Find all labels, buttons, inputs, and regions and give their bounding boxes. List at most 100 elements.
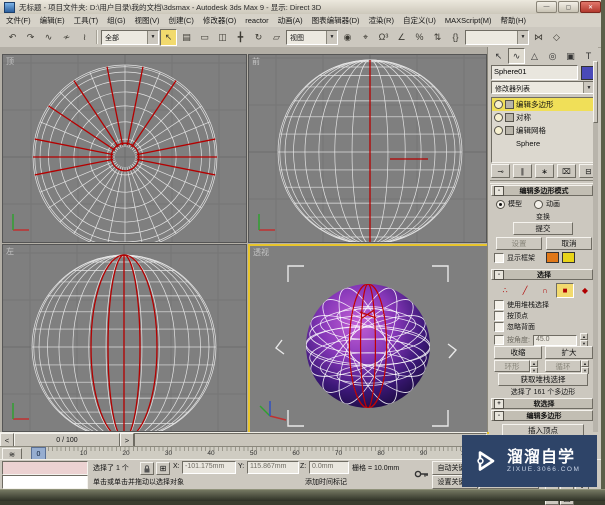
collapse-icon[interactable]: - xyxy=(494,270,504,280)
named-selection-dropdown[interactable]: ▼ xyxy=(465,30,529,45)
viewport-top[interactable]: 顶 xyxy=(2,54,247,243)
loop-button[interactable]: 循环 xyxy=(545,360,581,372)
polygon-subobject-icon[interactable]: ■ xyxy=(556,283,574,298)
cage-color-swatch-2[interactable] xyxy=(562,252,575,263)
window-crossing-icon[interactable]: ◫ xyxy=(214,29,231,46)
angle-field[interactable]: 45.0 xyxy=(533,335,577,346)
selection-lock-icon[interactable] xyxy=(140,462,154,475)
show-cage-checkbox[interactable] xyxy=(494,253,504,263)
menu-item[interactable]: 编辑(E) xyxy=(40,15,65,26)
y-coordinate-field[interactable]: 115.867mm xyxy=(247,461,299,474)
menu-item[interactable]: 帮助(H) xyxy=(501,15,526,26)
viewport-front[interactable]: 前 xyxy=(248,54,487,243)
chevron-down-icon[interactable]: ▼ xyxy=(326,31,337,44)
make-unique-icon[interactable]: ∗ xyxy=(535,164,554,178)
minimize-button[interactable]: — xyxy=(536,1,557,13)
time-slider-track[interactable] xyxy=(134,433,487,447)
menu-item[interactable]: 动画(A) xyxy=(278,15,303,26)
selection-filter-dropdown[interactable]: 全部▼ xyxy=(101,30,159,45)
by-angle-checkbox[interactable] xyxy=(494,335,504,345)
border-subobject-icon[interactable]: ∩ xyxy=(536,283,554,298)
visibility-bulb-icon[interactable] xyxy=(494,126,503,135)
bind-to-space-warp-icon[interactable]: ≀ xyxy=(76,29,93,46)
modifier-stack-row[interactable]: 编辑网格 xyxy=(492,124,594,137)
collapse-icon[interactable]: - xyxy=(494,411,504,421)
remove-modifier-icon[interactable]: ⌧ xyxy=(557,164,576,178)
track-bar[interactable]: ≋ 0102030405060708090100 0 xyxy=(0,446,487,460)
viewport-label[interactable]: 透视 xyxy=(253,247,269,258)
maxscript-mini-listener[interactable] xyxy=(2,461,88,475)
select-and-rotate-icon[interactable]: ↻ xyxy=(250,29,267,46)
modifier-name[interactable]: 对称 xyxy=(516,112,531,123)
tab-display[interactable]: ▣ xyxy=(562,48,579,64)
ring-spinner[interactable]: ▲▼ xyxy=(530,360,538,374)
by-vertex-checkbox[interactable] xyxy=(494,311,504,321)
menu-item[interactable]: 自定义(U) xyxy=(403,15,436,26)
chevron-down-icon[interactable]: ▼ xyxy=(147,31,158,44)
time-slider-handle[interactable]: 0 / 100 xyxy=(14,433,120,447)
radio-animate[interactable]: 动画 xyxy=(534,199,560,209)
expand-icon[interactable]: + xyxy=(494,399,504,409)
select-object-icon[interactable]: ↖ xyxy=(160,29,177,46)
named-selection-sets-icon[interactable]: {} xyxy=(447,29,464,46)
menu-item[interactable]: 创建(C) xyxy=(169,15,194,26)
tab-motion[interactable]: ◎ xyxy=(544,48,561,64)
align-icon[interactable]: ◇ xyxy=(548,29,565,46)
angle-spinner[interactable]: ▲▼ xyxy=(580,333,588,347)
modifier-stack-row[interactable]: 对称 xyxy=(492,111,594,124)
commit-button[interactable]: 提交 xyxy=(513,222,573,235)
modifier-name[interactable]: 编辑多边形 xyxy=(516,99,554,110)
select-by-name-icon[interactable]: ▤ xyxy=(178,29,195,46)
rollout-edit-polygons[interactable]: - 编辑多边形 xyxy=(491,410,593,421)
tab-create[interactable]: ↖ xyxy=(490,48,507,64)
menu-item[interactable]: MAXScript(M) xyxy=(445,16,492,25)
edge-subobject-icon[interactable]: ╱ xyxy=(516,283,534,298)
element-subobject-icon[interactable]: ◆ xyxy=(576,283,594,298)
select-and-link-icon[interactable]: ∿ xyxy=(40,29,57,46)
mirror-icon[interactable]: ⋈ xyxy=(530,29,547,46)
rollout-selection[interactable]: - 选择 xyxy=(491,269,593,280)
close-button[interactable]: ✕ xyxy=(580,1,601,13)
cancel-button[interactable]: 取消 xyxy=(546,237,592,250)
reference-coordinate-dropdown[interactable]: 视图▼ xyxy=(286,30,338,45)
vertex-subobject-icon[interactable]: ∴ xyxy=(496,283,514,298)
viewport-label[interactable]: 左 xyxy=(6,246,14,257)
prev-frame-button[interactable]: < xyxy=(0,433,14,447)
shrink-button[interactable]: 收缩 xyxy=(494,346,542,359)
x-coordinate-field[interactable]: -101.175mm xyxy=(182,461,236,474)
menu-item[interactable]: 视图(V) xyxy=(135,15,160,26)
menu-item[interactable]: 渲染(R) xyxy=(369,15,394,26)
visibility-bulb-icon[interactable] xyxy=(494,113,503,122)
tab-hierarchy[interactable]: △ xyxy=(526,48,543,64)
ignore-backfacing-checkbox[interactable] xyxy=(494,322,504,332)
rectangular-selection-region-icon[interactable]: ▭ xyxy=(196,29,213,46)
menu-item[interactable]: 修改器(O) xyxy=(203,15,236,26)
undo-icon[interactable]: ↶ xyxy=(4,29,21,46)
viewport-label[interactable]: 前 xyxy=(252,56,260,67)
modifier-list-dropdown[interactable]: 修改器列表▼ xyxy=(491,81,595,94)
maximize-button[interactable]: ▢ xyxy=(558,1,579,13)
chevron-down-icon[interactable]: ▼ xyxy=(517,31,528,44)
menu-item[interactable]: 工具(T) xyxy=(74,15,99,26)
absolute-offset-toggle-icon[interactable]: ⊞ xyxy=(156,462,170,475)
select-and-move-icon[interactable]: ╋ xyxy=(232,29,249,46)
spinner-snap-icon[interactable]: ⇅ xyxy=(429,29,446,46)
maxscript-listener-white[interactable] xyxy=(2,475,88,489)
object-name-field[interactable]: Sphere01 xyxy=(491,65,578,80)
settings-button[interactable]: 设置 xyxy=(496,237,542,250)
use-stack-selection-checkbox[interactable] xyxy=(494,300,504,310)
modifier-name[interactable]: 编辑网格 xyxy=(516,125,546,136)
rollout-soft-selection[interactable]: + 软选择 xyxy=(491,398,593,409)
show-end-result-icon[interactable]: ∥ xyxy=(513,164,532,178)
panel-scrollbar[interactable] xyxy=(593,61,598,432)
viewport-left[interactable]: 左 xyxy=(2,244,247,432)
modifier-stack-row[interactable]: 编辑多边形 xyxy=(492,98,594,111)
menu-item[interactable]: 组(G) xyxy=(107,15,125,26)
redo-icon[interactable]: ↷ xyxy=(22,29,39,46)
menu-item[interactable]: reactor xyxy=(245,16,268,25)
collapse-icon[interactable]: - xyxy=(494,186,504,196)
rollout-editpoly-mode[interactable]: - 编辑多边形模式 xyxy=(491,185,593,196)
use-pivot-center-icon[interactable]: ◉ xyxy=(339,29,356,46)
angle-snap-icon[interactable]: ∠ xyxy=(393,29,410,46)
viewport-perspective[interactable]: 透视 xyxy=(248,244,489,434)
